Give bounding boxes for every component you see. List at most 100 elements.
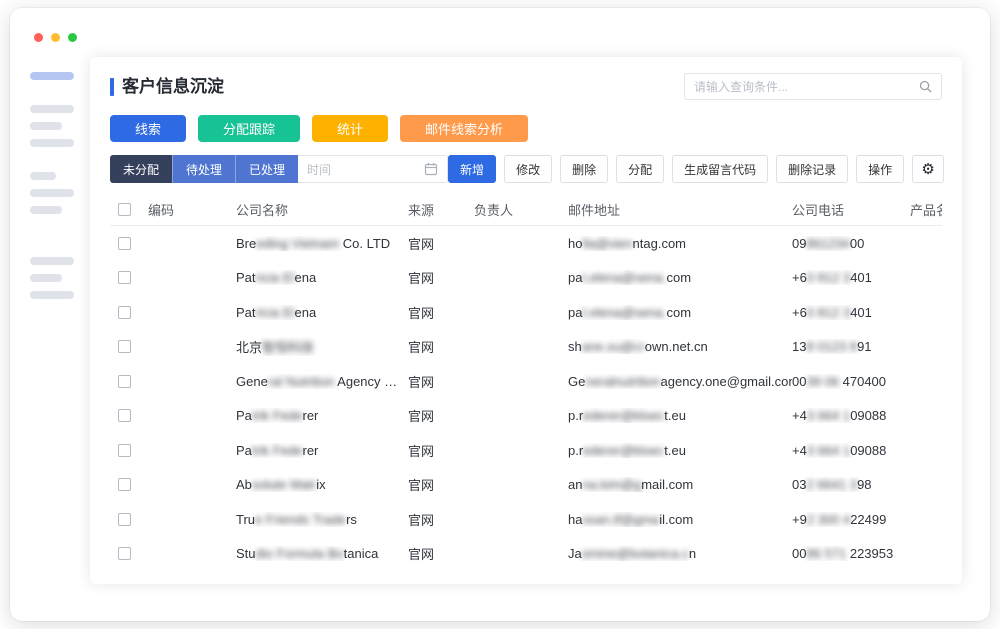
window-controls xyxy=(34,33,77,42)
row-checkbox[interactable] xyxy=(118,444,131,457)
source-cell: 官网 xyxy=(408,510,474,529)
phone-cell: +60 812 3401 xyxy=(792,270,910,285)
date-placeholder: 时间 xyxy=(307,161,331,178)
phone-cell: +60 812 3401 xyxy=(792,305,910,320)
company-name-cell: 北京智恒科技 xyxy=(236,337,408,356)
source-cell: 官网 xyxy=(408,441,474,460)
tab-statistics[interactable]: 统计 xyxy=(312,115,388,142)
table-row[interactable]: 北京智恒科技 官网 shane.xu@crown.net.cn 138 0123… xyxy=(110,330,942,365)
search-box[interactable] xyxy=(684,73,942,100)
assign-button[interactable]: 分配 xyxy=(616,155,664,183)
source-cell: 官网 xyxy=(408,475,474,494)
email-cell: pat.elena@sena.com xyxy=(568,305,792,320)
table-row[interactable]: General Nutrition Agency … 官网 Generalnut… xyxy=(110,364,942,399)
phone-cell: 138 0123 891 xyxy=(792,339,910,354)
company-name-cell: Absolute Matrix xyxy=(236,477,408,492)
sidebar-skeleton-bar xyxy=(30,274,62,282)
tab-email-lead-analysis[interactable]: 邮件线索分析 xyxy=(400,115,528,142)
source-cell: 官网 xyxy=(408,372,474,391)
row-checkbox[interactable] xyxy=(118,340,131,353)
row-checkbox[interactable] xyxy=(118,271,131,284)
filter-controls: 未分配待处理已处理 时间 xyxy=(110,155,448,183)
company-name-cell: True Friends Traders xyxy=(236,512,408,527)
generate-message-code-button[interactable]: 生成留言代码 xyxy=(672,155,768,183)
row-checkbox[interactable] xyxy=(118,409,131,422)
table-body: Breeding Vietnam Co. LTD 官网 holla@viennt… xyxy=(110,226,942,571)
table-row[interactable]: Breeding Vietnam Co. LTD 官网 holla@viennt… xyxy=(110,226,942,261)
sidebar-skeleton-bar xyxy=(30,139,74,147)
delete-records-button[interactable]: 删除记录 xyxy=(776,155,848,183)
email-cell: Jasmine@botanica.cn xyxy=(568,546,792,561)
operate-button[interactable]: 操作 xyxy=(856,155,904,183)
col-source: 来源 xyxy=(408,200,474,219)
tabs: 线索分配跟踪统计邮件线索分析 xyxy=(110,115,942,142)
company-name-cell: Patrik Federer xyxy=(236,408,408,423)
table-row[interactable]: Patricia Elena 官网 pat.elena@sena.com +60… xyxy=(110,295,942,330)
sidebar-skeleton-bar xyxy=(30,105,74,113)
page-title: 客户信息沉淀 xyxy=(110,76,224,98)
row-checkbox[interactable] xyxy=(118,513,131,526)
sidebar-skeleton xyxy=(30,72,82,308)
phone-cell: 0986123400 xyxy=(792,236,910,251)
delete-button[interactable]: 删除 xyxy=(560,155,608,183)
row-checkbox[interactable] xyxy=(118,375,131,388)
phone-cell: 0039 06 470400 xyxy=(792,374,910,389)
email-cell: p.rederer@kloect.eu xyxy=(568,408,792,423)
minimize-window-button[interactable] xyxy=(51,33,60,42)
table-header: 编码 公司名称 来源 负责人 邮件地址 公司电话 产品名称 xyxy=(110,194,942,226)
select-all-checkbox[interactable] xyxy=(118,203,131,216)
tab-assignment-tracking[interactable]: 分配跟踪 xyxy=(198,115,300,142)
email-cell: Generalnutritionagency.one@gmail.com xyxy=(568,374,792,389)
company-name-cell: Breeding Vietnam Co. LTD xyxy=(236,236,408,251)
date-filter[interactable]: 时间 xyxy=(298,155,448,183)
settings-gear-button[interactable]: ⚙ xyxy=(912,155,944,183)
email-cell: hassan.tf@gmail.com xyxy=(568,512,792,527)
col-email: 邮件地址 xyxy=(568,200,792,219)
search-icon[interactable] xyxy=(919,80,932,93)
company-name-cell: Studio Formula Botanica xyxy=(236,546,408,561)
company-name-cell: Patricia Elena xyxy=(236,305,408,320)
phone-cell: +43 664 109088 xyxy=(792,408,910,423)
sidebar-skeleton-bar xyxy=(30,291,74,299)
zoom-window-button[interactable] xyxy=(68,33,77,42)
sidebar-skeleton-bar xyxy=(30,206,62,214)
edit-button[interactable]: 修改 xyxy=(504,155,552,183)
email-cell: p.rederer@kloect.eu xyxy=(568,443,792,458)
table-row[interactable]: Patrik Federer 官网 p.rederer@kloect.eu +4… xyxy=(110,433,942,468)
phone-cell: +43 664 109088 xyxy=(792,443,910,458)
phone-cell: 032 6641 398 xyxy=(792,477,910,492)
sidebar-skeleton-bar xyxy=(30,72,74,80)
table-row[interactable]: Absolute Matrix 官网 anna.kim@gmail.com 03… xyxy=(110,468,942,503)
table-row[interactable]: Patrik Federer 官网 p.rederer@kloect.eu +4… xyxy=(110,399,942,434)
tab-leads[interactable]: 线索 xyxy=(110,115,186,142)
filter-unassigned[interactable]: 未分配 xyxy=(110,155,172,183)
row-checkbox[interactable] xyxy=(118,237,131,250)
table-row[interactable]: True Friends Traders 官网 hassan.tf@gmail.… xyxy=(110,502,942,537)
col-owner: 负责人 xyxy=(474,200,568,219)
search-input[interactable] xyxy=(694,80,913,94)
table-row[interactable]: Studio Formula Botanica 官网 Jasmine@botan… xyxy=(110,537,942,572)
sidebar-skeleton-bar xyxy=(30,189,74,197)
col-phone: 公司电话 xyxy=(792,200,910,219)
row-checkbox[interactable] xyxy=(118,306,131,319)
sidebar-skeleton-bar xyxy=(30,122,62,130)
col-product: 产品名称 xyxy=(910,200,942,219)
add-button[interactable]: 新增 xyxy=(448,155,496,183)
filter-pending[interactable]: 待处理 xyxy=(172,155,235,183)
source-cell: 官网 xyxy=(408,303,474,322)
company-name-cell: Patricia Elena xyxy=(236,270,408,285)
status-filter: 未分配待处理已处理 xyxy=(110,155,298,183)
source-cell: 官网 xyxy=(408,406,474,425)
row-checkbox[interactable] xyxy=(118,547,131,560)
email-cell: pat.elena@sena.com xyxy=(568,270,792,285)
email-cell: holla@vienntag.com xyxy=(568,236,792,251)
customer-table: 编码 公司名称 来源 负责人 邮件地址 公司电话 产品名称 Breeding V… xyxy=(110,194,942,571)
phone-cell: 0086 571 223953 xyxy=(792,546,910,561)
sidebar-skeleton-bar xyxy=(30,257,74,265)
table-row[interactable]: Patricia Elena 官网 pat.elena@sena.com +60… xyxy=(110,261,942,296)
close-window-button[interactable] xyxy=(34,33,43,42)
col-company-name: 公司名称 xyxy=(236,200,408,219)
filter-processed[interactable]: 已处理 xyxy=(235,155,298,183)
row-checkbox[interactable] xyxy=(118,478,131,491)
calendar-icon[interactable] xyxy=(424,162,438,176)
